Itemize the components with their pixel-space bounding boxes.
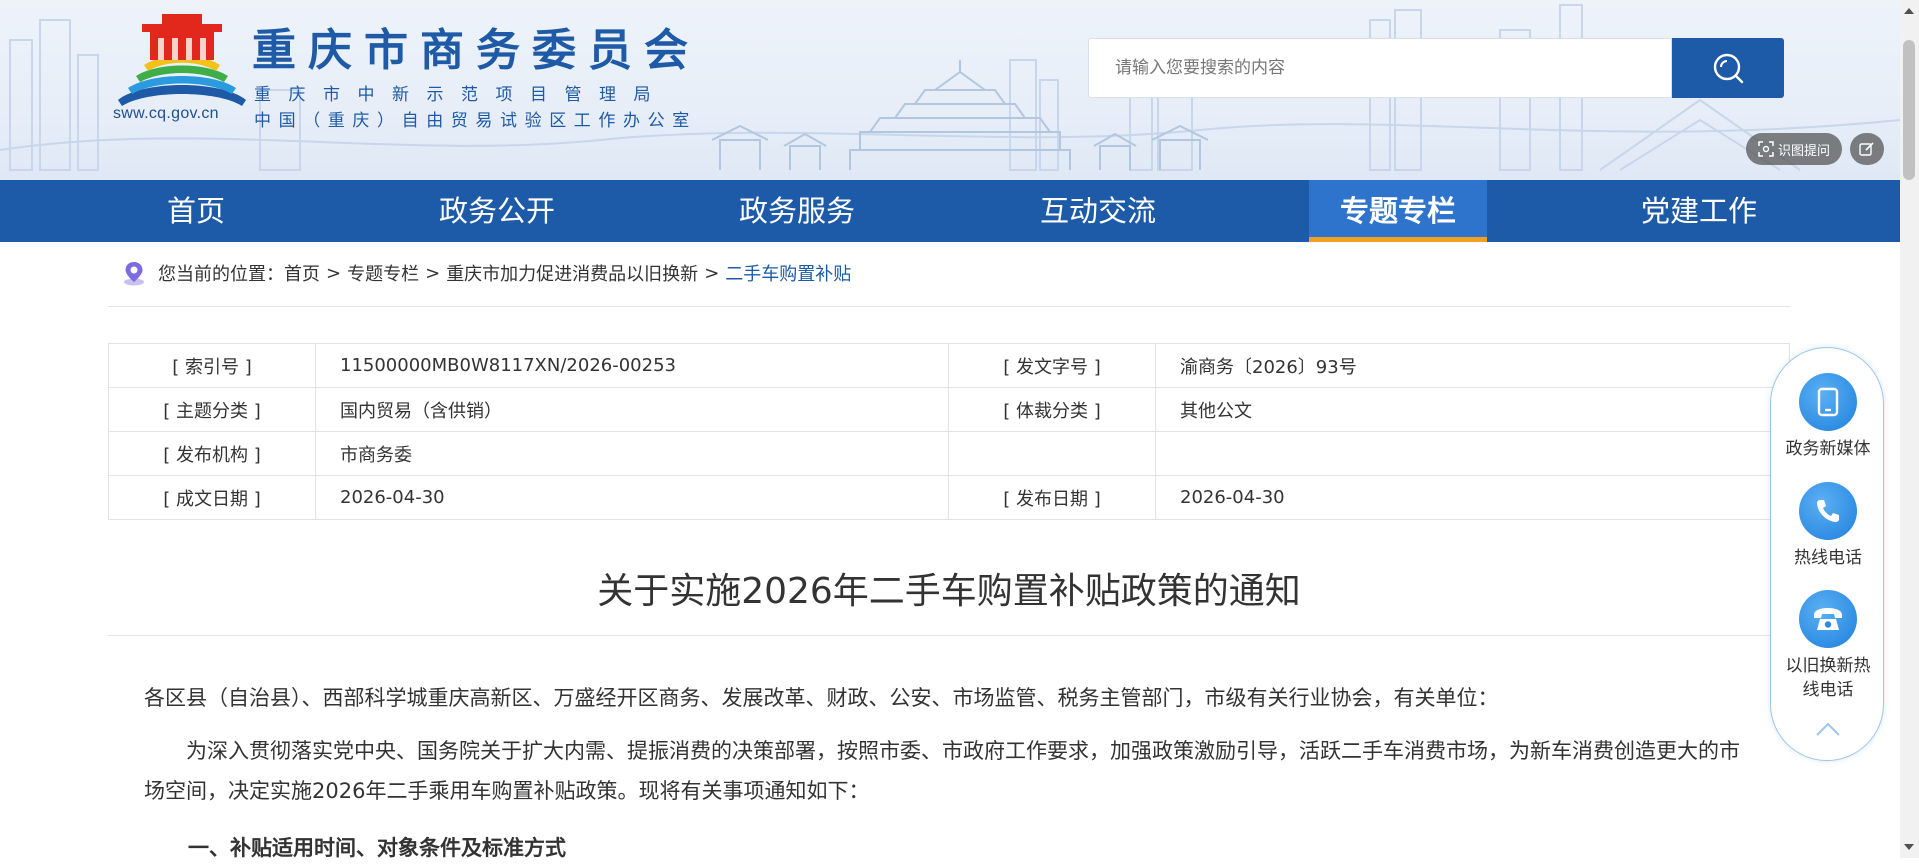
image-question-label: 识图提问 [1777,143,1830,159]
breadcrumb-separator: > [704,262,720,284]
search-box [1088,38,1672,98]
nav-interaction[interactable]: 互动交流 [1009,180,1187,242]
published-date-value: 2026-04-30 [1155,475,1790,520]
breadcrumb-special-topics[interactable]: 专题专栏 [347,260,419,286]
scroll-up-arrow[interactable] [1904,8,1914,14]
index-value: 11500000MB0W8117XN/2026-00253 [315,343,949,388]
telephone-icon [1799,590,1857,648]
logo-emblem-icon [118,14,246,106]
phone-icon [1799,482,1857,540]
gov-new-media-link[interactable]: 政务新媒体 [1771,373,1885,461]
docno-value: 渝商务〔2026〕93号 [1155,343,1790,388]
site-title[interactable]: 重庆市商务委员会 [252,14,700,78]
nav-gov-affairs-open[interactable]: 政务公开 [408,180,586,242]
topic-label: [ 主题分类 ] [108,387,316,432]
org-value: 市商务委 [315,431,949,476]
gov-new-media-label: 政务新媒体 [1785,439,1871,459]
table-row: [ 主题分类 ] 国内贸易（含供销） [ 体裁分类 ] 其他公文 [108,387,1790,432]
empty-cell [1155,431,1790,476]
location-pin-icon [120,259,148,287]
breadcrumb-separator: > [326,262,342,284]
hotline-link[interactable]: 热线电话 [1771,482,1885,570]
edit-button[interactable] [1850,133,1884,165]
breadcrumb-trade-in[interactable]: 重庆市加力促进消费品以旧换新 [446,260,698,286]
scroll-down-arrow[interactable] [1904,844,1914,850]
hotline-label: 热线电话 [1794,548,1862,568]
back-to-top-button[interactable] [1814,720,1842,742]
table-row: [ 成文日期 ] 2026-04-30 [ 发布日期 ] 2026-04-30 [108,475,1790,520]
trade-in-hotline-label: 以旧换新热线电话 [1785,656,1871,700]
trade-in-hotline-link[interactable]: 以旧换新热线电话 [1771,590,1885,702]
docno-label: [ 发文字号 ] [948,343,1156,388]
topic-value: 国内贸易（含供销） [315,387,949,432]
article-title: 关于实施2026年二手车购置补贴政策的通知 [597,571,1301,612]
breadcrumb-separator: > [425,262,441,284]
breadcrumb-prefix: 您当前的位置： [158,264,284,285]
edit-icon [1859,142,1874,156]
floating-service-panel: 政务新媒体 热线电话 以旧换新热线电话 [1770,347,1884,761]
nav-home[interactable]: 首页 [107,180,285,242]
article-section-heading: 一、补贴适用时间、对象条件及标准方式 [188,836,566,860]
article-paragraph: 为深入贯彻落实党中央、国务院关于扩大内需、提振消费的决策部署，按照市委、市政府工… [144,739,1740,803]
article-salutation: 各区县（自治县）、西部科学城重庆高新区、万盛经开区商务、发展改革、财政、公安、市… [144,686,1499,710]
index-label: [ 索引号 ] [108,343,316,388]
image-question-button[interactable]: 识图提问 [1746,133,1842,165]
scrollbar-thumb[interactable] [1903,40,1915,180]
breadcrumb-home[interactable]: 首页 [284,260,320,286]
search-input[interactable] [1089,39,1671,97]
empty-cell [948,431,1156,476]
published-date-label: [ 发布日期 ] [948,475,1156,520]
scan-icon [1758,141,1774,157]
genre-value: 其他公文 [1155,387,1790,432]
genre-label: [ 体裁分类 ] [948,387,1156,432]
breadcrumb-current[interactable]: 二手车购置补贴 [725,260,851,286]
nav-gov-services[interactable]: 政务服务 [708,180,886,242]
site-domain: sww.cq.gov.cn [113,105,219,122]
search-button[interactable] [1672,38,1784,98]
tablet-icon [1799,373,1857,431]
nav-special-topics[interactable]: 专题专栏 [1309,180,1487,242]
table-row: [ 索引号 ] 11500000MB0W8117XN/2026-00253 [ … [108,343,1790,388]
table-row: [ 发布机构 ] 市商务委 [108,431,1790,476]
breadcrumb: 您当前的位置： 首页 > 专题专栏 > 重庆市加力促进消费品以旧换新 > 二手车… [120,258,851,288]
chevron-up-icon [1816,722,1840,736]
written-date-value: 2026-04-30 [315,475,949,520]
divider [108,306,1790,307]
site-subtitle-1: 重庆市中新示范项目管理局 [254,85,668,105]
divider [108,635,1790,636]
site-header: sww.cq.gov.cn 重庆市商务委员会 重庆市中新示范项目管理局 中国（重… [0,0,1900,180]
nav-party-building[interactable]: 党建工作 [1610,180,1788,242]
document-meta-table: [ 索引号 ] 11500000MB0W8117XN/2026-00253 [ … [108,343,1790,520]
site-subtitle-2: 中国（重庆）自由贸易试验区工作办公室 [254,111,697,131]
search-icon [1713,53,1744,84]
org-label: [ 发布机构 ] [108,431,316,476]
written-date-label: [ 成文日期 ] [108,475,316,520]
main-nav: 首页 政务公开 政务服务 互动交流 专题专栏 党建工作 [0,180,1900,242]
